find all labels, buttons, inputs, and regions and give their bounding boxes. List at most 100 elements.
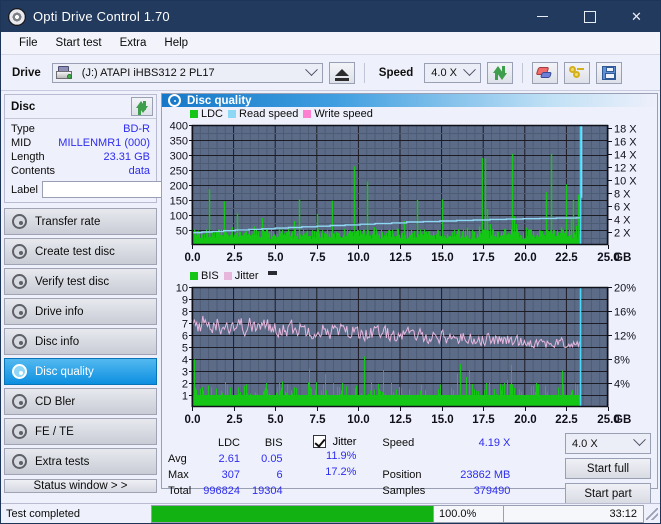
resize-grip[interactable]	[646, 507, 658, 520]
sidebar-item-transfer-rate[interactable]: Transfer rate	[4, 208, 157, 235]
samples-row: Samples 379490	[382, 483, 510, 499]
svg-text:2.5: 2.5	[227, 414, 244, 426]
test-speed-select[interactable]: 4.0 X	[565, 433, 651, 454]
sidebar-item-create-test-disc[interactable]: Create test disc	[4, 238, 157, 265]
svg-text:7.5: 7.5	[310, 414, 327, 426]
page-title: Disc quality	[187, 94, 252, 107]
maximize-button[interactable]	[566, 1, 613, 32]
svg-text:300: 300	[170, 151, 188, 163]
menu-item-help[interactable]: Help	[155, 35, 197, 51]
keys-icon	[569, 65, 585, 80]
stats-corner	[162, 435, 197, 451]
save-button[interactable]	[596, 61, 623, 84]
svg-text:6 X: 6 X	[614, 202, 631, 214]
svg-text:GB: GB	[614, 252, 631, 264]
speed-select[interactable]: 4.0 X	[424, 62, 482, 83]
window-controls: ✕	[519, 1, 660, 32]
minimize-button[interactable]	[519, 1, 566, 32]
start-part-button[interactable]: Start part	[565, 483, 651, 504]
disc-info-panel: Disc Type BD-R MID MILLENMR1 (000) Lengt…	[4, 94, 231, 203]
sidebar-item-extra-tests[interactable]: Extra tests	[4, 448, 157, 475]
svg-text:10 X: 10 X	[614, 176, 637, 188]
window-title: Opti Drive Control 1.70	[33, 9, 170, 24]
disc-field-mid-value: MILLENMR1 (000)	[58, 137, 150, 149]
sidebar-item-label: Disc quality	[35, 365, 94, 378]
progress-bar-fill	[152, 505, 433, 522]
minimize-icon	[537, 16, 548, 17]
sidebar-item-drive-info[interactable]: Drive info	[4, 298, 157, 325]
cell-total-ldc: 996824	[203, 485, 240, 497]
svg-text:12%: 12%	[614, 331, 636, 343]
position-value: 23862 MB	[460, 469, 511, 481]
disc-field-mid: MID MILLENMR1 (000)	[11, 136, 150, 150]
cell-avg-bis: 0.05	[261, 453, 283, 465]
marker-icon	[267, 271, 277, 275]
svg-text:0.0: 0.0	[185, 414, 201, 426]
close-icon: ✕	[631, 8, 642, 24]
sidebar-item-fe-te[interactable]: FE / TE	[4, 418, 157, 445]
drive-select[interactable]: (J:) ATAPI iHBS312 2 PL17	[51, 62, 323, 83]
svg-text:17.5: 17.5	[472, 252, 495, 264]
sidebar-item-label: Disc info	[35, 335, 80, 348]
status-window-button[interactable]: Status window > >	[4, 479, 157, 493]
svg-text:12.5: 12.5	[389, 252, 412, 264]
erase-button[interactable]	[532, 61, 559, 84]
ldc-read-speed-chart: 501001502002503003504002 X4 X6 X8 X10 X1…	[170, 121, 638, 264]
disc-icon	[12, 394, 27, 409]
start-full-button[interactable]: Start full	[565, 458, 651, 479]
sidebar-item-verify-test-disc[interactable]: Verify test disc	[4, 268, 157, 295]
close-button[interactable]: ✕	[613, 1, 660, 32]
menu-item-file[interactable]: File	[10, 35, 47, 51]
legend-label: Write speed	[314, 108, 373, 120]
svg-text:100: 100	[170, 211, 188, 223]
refresh-button[interactable]	[487, 61, 514, 84]
svg-text:150: 150	[170, 196, 188, 208]
svg-text:50: 50	[176, 226, 188, 238]
table-header-row: LDC BIS	[162, 435, 289, 451]
svg-text:350: 350	[170, 136, 188, 148]
disc-panel-title: Disc	[11, 100, 36, 113]
sidebar-item-disc-info[interactable]: Disc info	[4, 328, 157, 355]
sidebar-item-label: Extra tests	[35, 455, 90, 468]
menu-item-extra[interactable]: Extra	[111, 35, 156, 51]
speed-value: 4.19 X	[478, 437, 511, 449]
disc-field-contents-value: data	[128, 165, 150, 177]
svg-text:20%: 20%	[614, 283, 636, 295]
legend-swatch	[223, 272, 232, 280]
disc-icon	[12, 454, 27, 469]
jitter-header: Jitter	[312, 435, 356, 448]
svg-text:3: 3	[182, 367, 188, 379]
legend-item-ldc: LDC	[190, 108, 223, 120]
sidebar-item-label: CD Bler	[35, 395, 76, 408]
sidebar-item-label: Verify test disc	[35, 275, 110, 288]
legend-label: Jitter	[234, 270, 259, 282]
jitter-checkbox[interactable]	[312, 435, 326, 448]
svg-text:16%: 16%	[614, 307, 636, 319]
sidebar-item-cd-bler[interactable]: CD Bler	[4, 388, 157, 415]
legend-swatch	[190, 110, 198, 118]
menu-item-start-test[interactable]: Start test	[47, 35, 111, 51]
drive-select-value: (J:) ATAPI iHBS312 2 PL17	[81, 66, 215, 79]
maximize-icon	[583, 10, 596, 23]
eject-button[interactable]	[328, 61, 355, 84]
keys-button[interactable]	[564, 61, 591, 84]
title-bar: Opti Drive Control 1.70 ✕	[1, 1, 660, 32]
svg-text:4 X: 4 X	[614, 215, 631, 227]
cell-total-bis: 19304	[251, 485, 283, 497]
drive-label: Drive	[12, 66, 41, 79]
stats-table: LDC BIS Avg 2.61 0.05 Max 307 6 Total 99…	[162, 435, 289, 499]
cell-max-bis: 6	[276, 469, 283, 481]
disc-field-type-value: BD-R	[123, 123, 150, 135]
legend-swatch	[190, 272, 198, 280]
svg-text:200: 200	[170, 181, 188, 193]
disc-panel-header: Disc	[5, 95, 156, 119]
bis-chart-legend: BIS Jitter	[162, 269, 657, 283]
column-header-bis: BIS	[264, 437, 283, 449]
disc-fields: Type BD-R MID MILLENMR1 (000) Length 23.…	[5, 119, 231, 202]
disc-icon	[12, 274, 27, 289]
sidebar-item-disc-quality[interactable]: Disc quality	[4, 358, 157, 385]
svg-text:6: 6	[182, 331, 188, 343]
content-area: Disc quality LDC Read speed Write speed …	[160, 91, 660, 504]
sidebar: Disc Type BD-R MID MILLENMR1 (000) Lengt…	[1, 91, 231, 493]
disc-refresh-button[interactable]	[131, 97, 153, 116]
